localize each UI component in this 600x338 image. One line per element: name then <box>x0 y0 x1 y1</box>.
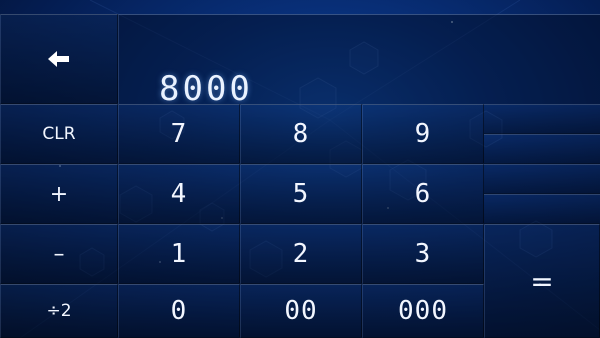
plus-label: + <box>49 181 69 207</box>
digit-8-button[interactable]: 8 <box>240 104 362 164</box>
digit-5-button[interactable]: 5 <box>240 164 362 224</box>
digit-3-label: 3 <box>414 239 432 269</box>
digit-3-button[interactable]: 3 <box>362 224 484 284</box>
plus-button[interactable]: + <box>0 164 118 224</box>
memory-slot-2[interactable] <box>484 134 600 164</box>
result-display: 8000 <box>118 14 600 109</box>
triple-zero-label: 000 <box>398 296 448 326</box>
equals-button[interactable]: = <box>484 224 600 338</box>
digit-2-button[interactable]: 2 <box>240 224 362 284</box>
divide-by-two-button[interactable]: ÷2 <box>0 284 118 338</box>
left-arrow-icon <box>48 51 69 67</box>
clear-label: CLR <box>42 124 76 144</box>
minus-button[interactable]: – <box>0 224 118 284</box>
double-zero-button[interactable]: 00 <box>240 284 362 338</box>
digit-1-label: 1 <box>170 239 188 269</box>
minus-label: – <box>53 241 65 267</box>
memory-slot-4[interactable] <box>484 194 600 224</box>
digit-1-button[interactable]: 1 <box>118 224 240 284</box>
memory-slot-3[interactable] <box>484 164 600 194</box>
digit-9-label: 9 <box>414 119 432 149</box>
backspace-button[interactable] <box>0 14 118 104</box>
digit-7-button[interactable]: 7 <box>118 104 240 164</box>
digit-4-button[interactable]: 4 <box>118 164 240 224</box>
digit-6-label: 6 <box>414 179 432 209</box>
digit-7-label: 7 <box>170 119 188 149</box>
digit-9-button[interactable]: 9 <box>362 104 484 164</box>
digit-0-label: 0 <box>170 296 188 326</box>
digit-6-button[interactable]: 6 <box>362 164 484 224</box>
display-value: 8000 <box>159 69 253 109</box>
equals-label: = <box>530 264 554 298</box>
digit-4-label: 4 <box>170 179 188 209</box>
double-zero-label: 00 <box>284 296 318 326</box>
triple-zero-button[interactable]: 000 <box>362 284 484 338</box>
clear-button[interactable]: CLR <box>0 104 118 164</box>
digit-2-label: 2 <box>292 239 310 269</box>
divide-by-two-label: ÷2 <box>46 301 72 321</box>
digit-5-label: 5 <box>292 179 310 209</box>
digit-8-label: 8 <box>292 119 310 149</box>
digit-0-button[interactable]: 0 <box>118 284 240 338</box>
memory-slot-1[interactable] <box>484 104 600 134</box>
